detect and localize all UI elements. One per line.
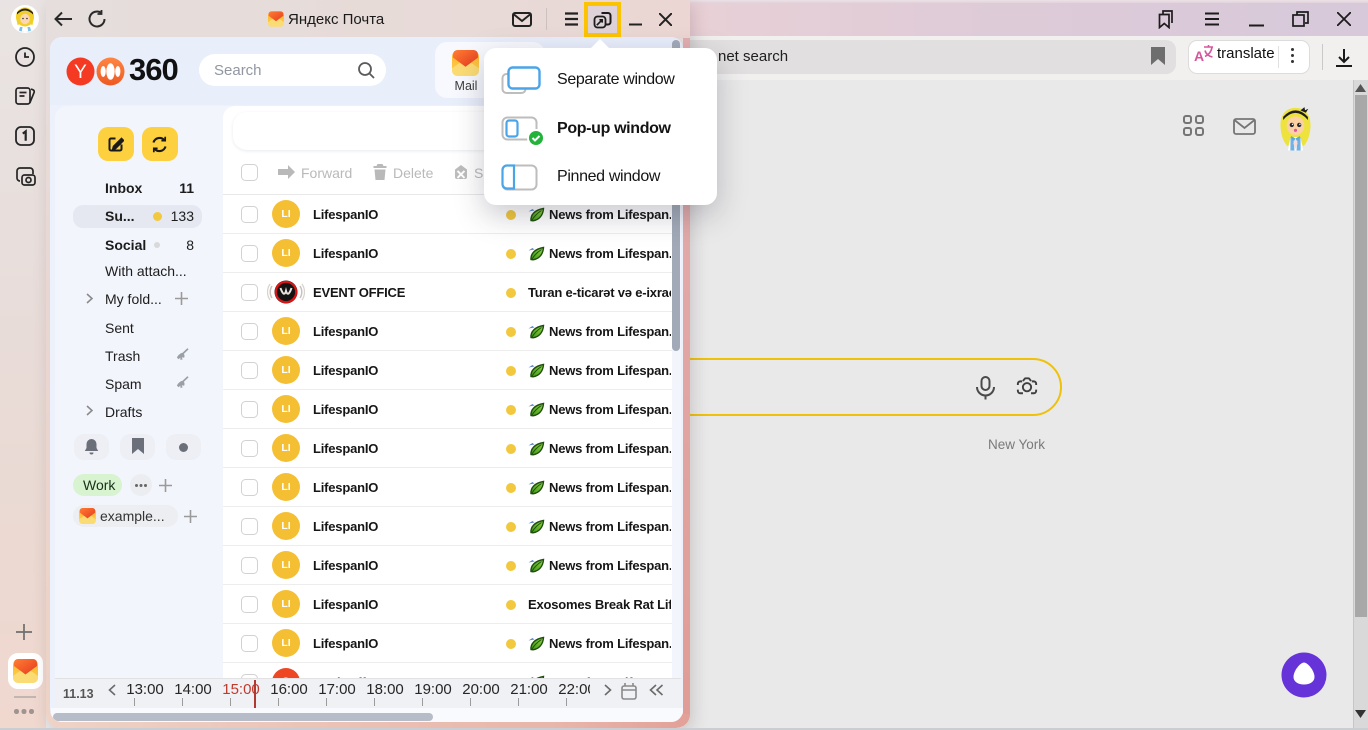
svg-text:A: A [1194,48,1204,64]
svg-text:Y: Y [74,62,87,83]
